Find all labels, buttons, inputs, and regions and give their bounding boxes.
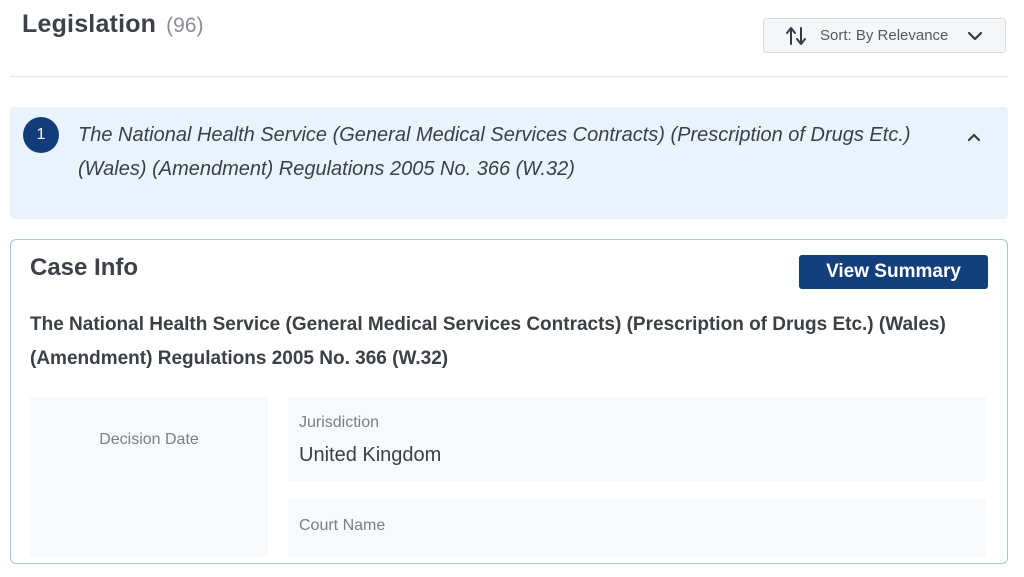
page-title: Legislation — [22, 10, 157, 38]
decision-date-label: Decision Date — [99, 431, 199, 448]
header-divider — [10, 76, 1008, 77]
chevron-up-icon[interactable] — [965, 128, 983, 146]
chevron-down-icon — [967, 28, 983, 44]
court-name-field: Court Name — [288, 499, 986, 557]
case-info-heading: Case Info — [30, 254, 139, 281]
jurisdiction-value: United Kingdom — [299, 444, 442, 466]
jurisdiction-label: Jurisdiction — [299, 414, 380, 431]
legislation-page: Legislation (96) Sort: By Relevance 1 Th… — [0, 0, 1024, 577]
case-info-card: Case Info View Summary The National Heal… — [10, 239, 1008, 564]
sort-button[interactable]: Sort: By Relevance — [763, 18, 1006, 53]
court-name-label: Court Name — [299, 517, 386, 534]
result-number-badge: 1 — [23, 117, 59, 153]
decision-date-field: Decision Date — [30, 397, 268, 557]
jurisdiction-field: Jurisdiction United Kingdom — [288, 397, 986, 481]
result-count: (96) — [166, 14, 204, 37]
case-title: The National Health Service (General Med… — [30, 314, 946, 369]
result-accordion-item[interactable]: 1 The National Health Service (General M… — [10, 107, 1008, 219]
result-title[interactable]: The National Health Service (General Med… — [78, 118, 958, 186]
view-summary-button[interactable]: View Summary — [799, 255, 988, 289]
sort-label: Sort: By Relevance — [820, 27, 949, 44]
sort-arrows-icon — [784, 24, 808, 48]
page-header: Legislation (96) — [22, 10, 204, 44]
